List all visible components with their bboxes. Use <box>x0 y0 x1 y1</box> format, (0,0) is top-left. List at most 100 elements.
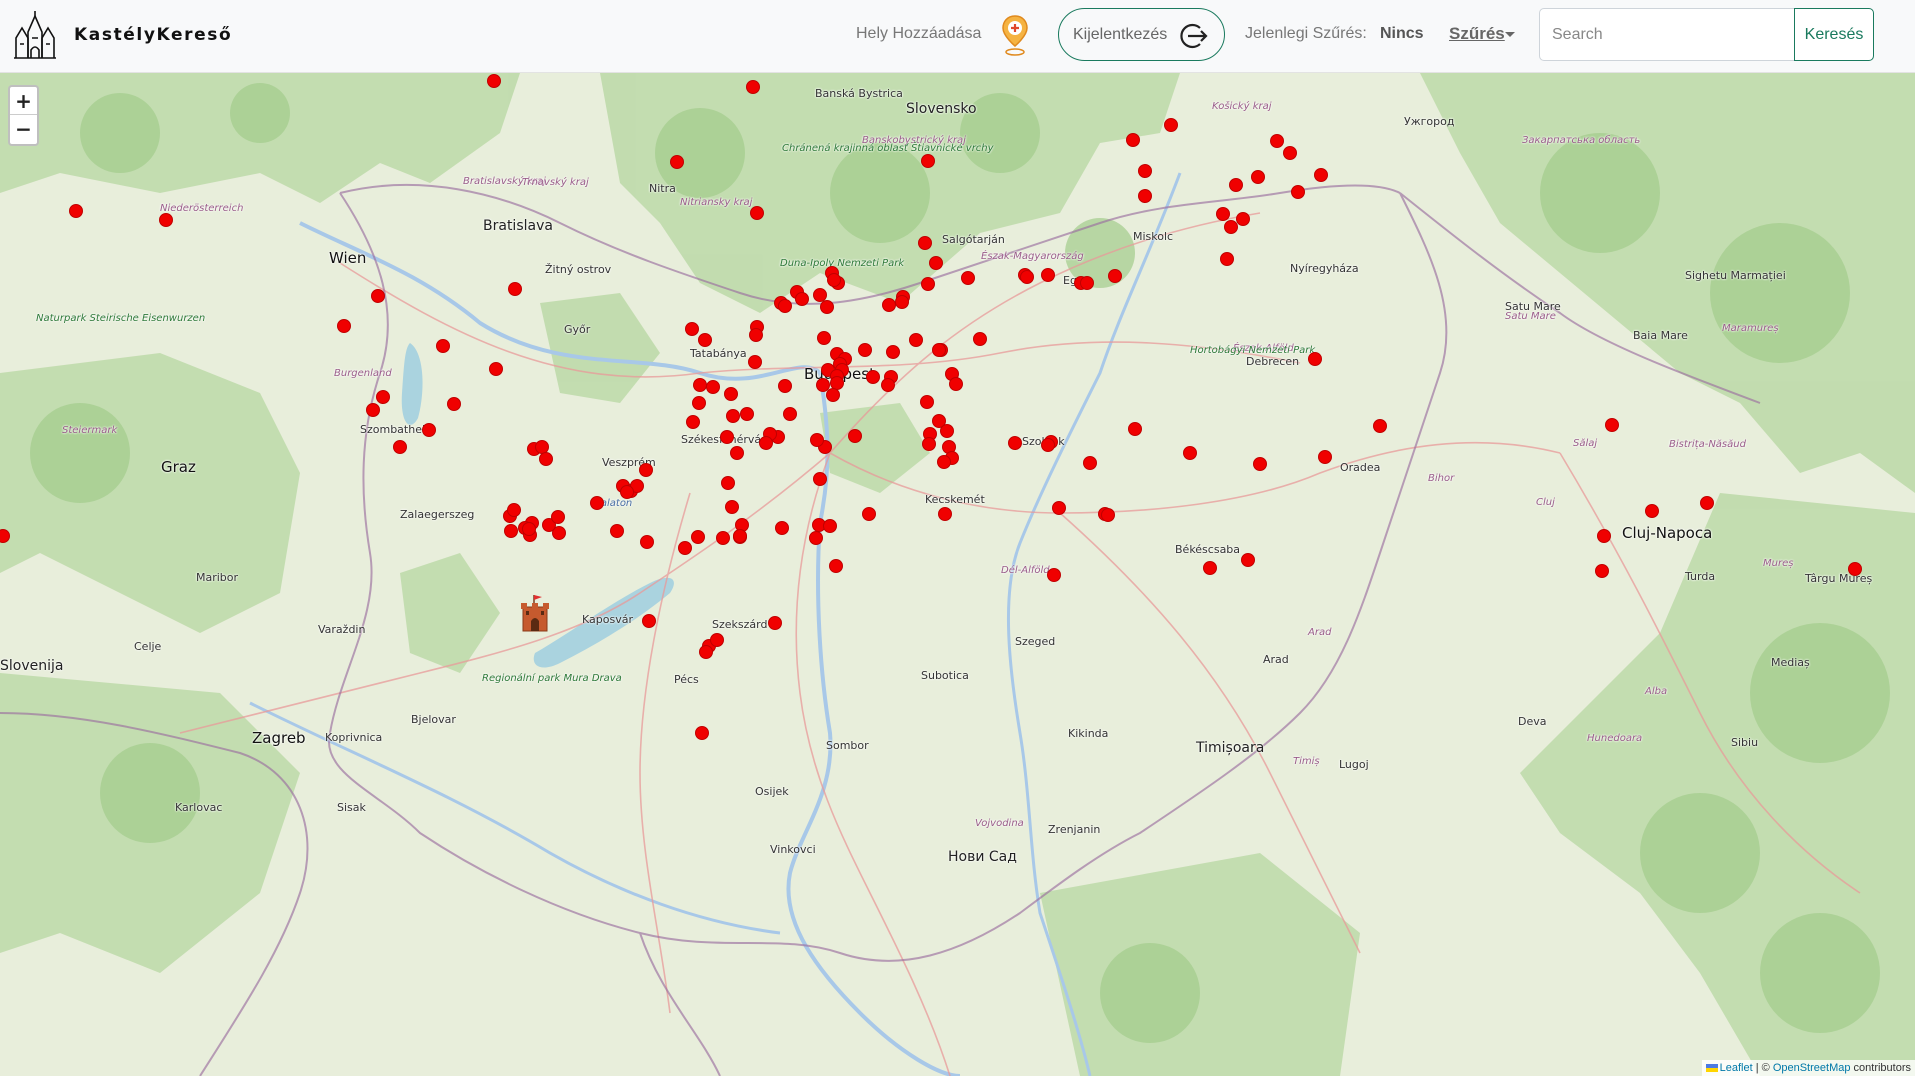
zoom-out-button[interactable]: − <box>10 115 37 143</box>
castle-marker[interactable] <box>895 295 909 309</box>
castle-marker[interactable] <box>940 424 954 438</box>
castle-marker[interactable] <box>551 510 565 524</box>
castle-marker[interactable] <box>678 541 692 555</box>
castle-marker[interactable] <box>921 154 935 168</box>
castle-marker[interactable] <box>881 378 895 392</box>
castle-marker[interactable] <box>487 74 501 88</box>
castle-marker[interactable] <box>371 289 385 303</box>
castle-marker[interactable] <box>759 436 773 450</box>
castle-marker[interactable] <box>778 379 792 393</box>
castle-marker[interactable] <box>749 328 763 342</box>
castle-marker[interactable] <box>610 524 624 538</box>
castle-marker[interactable] <box>393 440 407 454</box>
castle-marker[interactable] <box>692 396 706 410</box>
castle-marker[interactable] <box>686 415 700 429</box>
castle-marker[interactable] <box>1138 164 1152 178</box>
filter-dropdown[interactable]: Szűrés <box>1449 24 1505 44</box>
castle-marker[interactable] <box>949 377 963 391</box>
castle-marker[interactable] <box>1101 508 1115 522</box>
castle-marker[interactable] <box>508 282 522 296</box>
castle-marker[interactable] <box>590 496 604 510</box>
map-pin-plus-icon[interactable] <box>1000 14 1030 56</box>
castle-marker[interactable] <box>1848 562 1862 576</box>
castle-marker[interactable] <box>909 333 923 347</box>
castle-marker[interactable] <box>810 433 824 447</box>
castle-marker[interactable] <box>826 388 840 402</box>
castle-marker[interactable] <box>1318 450 1332 464</box>
castle-marker[interactable] <box>1041 268 1055 282</box>
castle-marker[interactable] <box>775 521 789 535</box>
castle-marker[interactable] <box>1241 553 1255 567</box>
osm-link[interactable]: OpenStreetMap <box>1773 1062 1851 1074</box>
castle-marker[interactable] <box>1373 419 1387 433</box>
castle-marker[interactable] <box>778 299 792 313</box>
castle-marker[interactable] <box>1138 189 1152 203</box>
castle-marker[interactable] <box>1183 446 1197 460</box>
castle-marker[interactable] <box>639 463 653 477</box>
castle-marker[interactable] <box>695 726 709 740</box>
castle-marker[interactable] <box>862 507 876 521</box>
castle-marker[interactable] <box>1597 529 1611 543</box>
castle-marker[interactable] <box>813 472 827 486</box>
castle-marker[interactable] <box>726 409 740 423</box>
castle-marker[interactable] <box>1224 220 1238 234</box>
castle-marker[interactable] <box>1108 269 1122 283</box>
castle-marker[interactable] <box>1041 438 1055 452</box>
castle-marker[interactable] <box>929 256 943 270</box>
castle-marker[interactable] <box>1251 170 1265 184</box>
castle-marker[interactable] <box>710 633 724 647</box>
castle-marker[interactable] <box>938 507 952 521</box>
castle-marker[interactable] <box>750 206 764 220</box>
castle-marker[interactable] <box>1283 146 1297 160</box>
castle-marker[interactable] <box>829 559 843 573</box>
castle-marker[interactable] <box>823 519 837 533</box>
castle-marker[interactable] <box>1047 568 1061 582</box>
castle-marker[interactable] <box>730 446 744 460</box>
castle-marker[interactable] <box>1229 178 1243 192</box>
castle-marker[interactable] <box>809 531 823 545</box>
zoom-in-button[interactable]: + <box>10 87 37 115</box>
castle-marker[interactable] <box>1080 276 1094 290</box>
map[interactable]: WienBratislavaGyőrTatabányaBudapestSzéke… <box>0 73 1915 1076</box>
castle-marker[interactable] <box>1052 501 1066 515</box>
castle-marker[interactable] <box>748 355 762 369</box>
castle-marker[interactable] <box>1700 496 1714 510</box>
chevron-down-icon[interactable] <box>1505 32 1515 37</box>
castle-marker[interactable] <box>1595 564 1609 578</box>
castle-marker[interactable] <box>937 455 951 469</box>
castle-marker[interactable] <box>827 273 841 287</box>
castle-marker[interactable] <box>882 298 896 312</box>
castle-marker[interactable] <box>1203 561 1217 575</box>
castle-marker-icon[interactable] <box>520 593 550 633</box>
castle-marker[interactable] <box>642 614 656 628</box>
logout-button[interactable]: Kijelentkezés <box>1058 8 1225 61</box>
castle-marker[interactable] <box>740 407 754 421</box>
castle-marker[interactable] <box>1220 252 1234 266</box>
castle-marker[interactable] <box>725 500 739 514</box>
castle-marker[interactable] <box>1128 422 1142 436</box>
castle-marker[interactable] <box>866 370 880 384</box>
castle-marker[interactable] <box>1020 270 1034 284</box>
castle-marker[interactable] <box>932 343 946 357</box>
castle-marker[interactable] <box>698 333 712 347</box>
castle-marker[interactable] <box>670 155 684 169</box>
add-place-link[interactable]: Hely Hozzáadása <box>856 25 981 43</box>
castle-marker[interactable] <box>1236 212 1250 226</box>
castle-marker[interactable] <box>1308 352 1322 366</box>
castle-marker[interactable] <box>724 387 738 401</box>
castle-marker[interactable] <box>1291 185 1305 199</box>
castle-marker[interactable] <box>817 331 831 345</box>
castle-marker[interactable] <box>522 522 536 536</box>
brand[interactable]: KastélyKereső <box>12 10 232 60</box>
castle-marker[interactable] <box>337 319 351 333</box>
castle-marker[interactable] <box>1216 207 1230 221</box>
castle-marker[interactable] <box>1008 436 1022 450</box>
castle-marker[interactable] <box>918 236 932 250</box>
castle-marker[interactable] <box>539 452 553 466</box>
castle-marker[interactable] <box>720 430 734 444</box>
castle-marker[interactable] <box>783 407 797 421</box>
leaflet-link[interactable]: Leaflet <box>1720 1062 1753 1074</box>
castle-marker[interactable] <box>921 277 935 291</box>
castle-marker[interactable] <box>436 339 450 353</box>
castle-marker[interactable] <box>1270 134 1284 148</box>
